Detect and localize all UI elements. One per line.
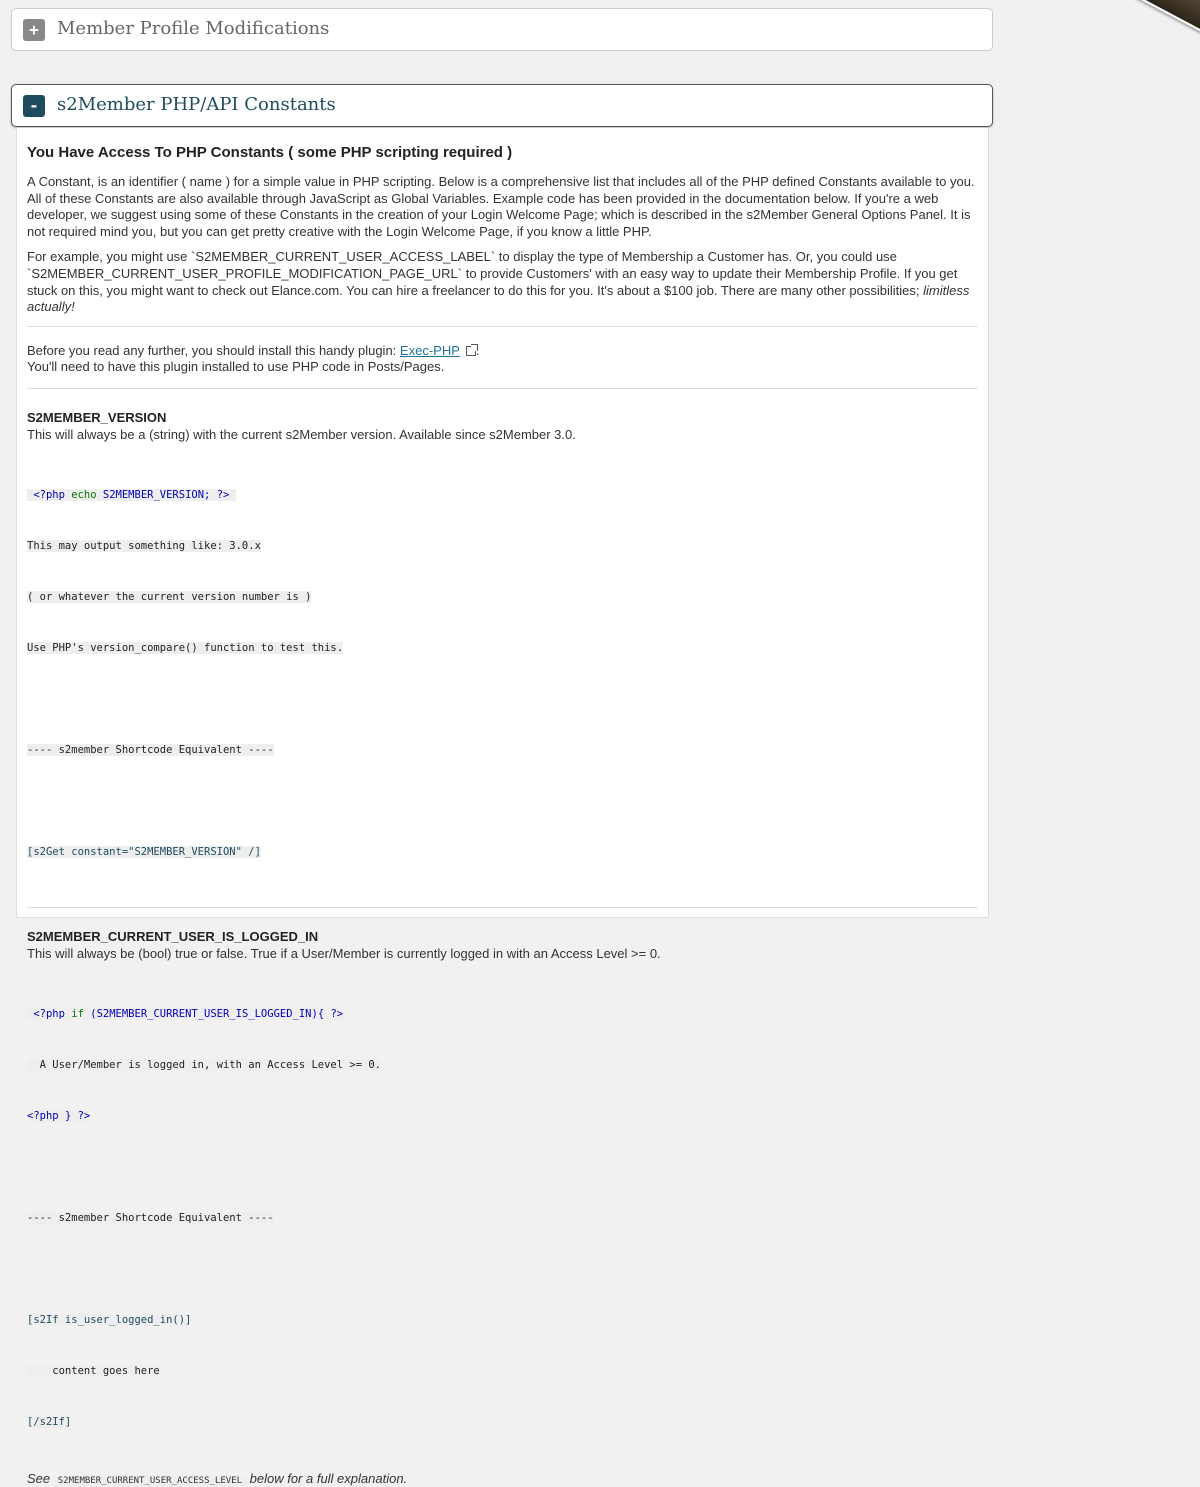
code-token: ?> xyxy=(330,1007,344,1020)
constant-name: S2MEMBER_CURRENT_USER_IS_LOGGED_IN xyxy=(27,928,319,944)
code-line: [/s2If] xyxy=(27,1415,72,1428)
code-line: ---- s2member Shortcode Equivalent ---- xyxy=(27,1211,274,1224)
code-line: [s2If is_user_logged_in()] xyxy=(27,1313,192,1326)
section-php-api-constants[interactable]: - s2Member PHP/API Constants xyxy=(11,84,993,127)
plugin-note: You'll need to have this plugin installe… xyxy=(27,359,445,375)
divider xyxy=(27,325,978,327)
code-token: } xyxy=(64,1109,72,1122)
section-member-profile-modifications[interactable]: + Member Profile Modifications xyxy=(11,8,993,51)
code-line: This may output something like: 3.0.x xyxy=(27,539,261,552)
exec-php-link[interactable]: Exec-PHP xyxy=(400,343,460,358)
code-line: ---- s2member Shortcode Equivalent ---- xyxy=(27,743,274,756)
code-line: A User/Member is logged in, with an Acce… xyxy=(27,1058,382,1071)
code-token: S2MEMBER_VERSION; xyxy=(102,488,211,501)
see-text: See xyxy=(27,1470,51,1486)
divider xyxy=(27,387,978,389)
code-token: <?php xyxy=(27,1109,59,1122)
code-line: [s2Get constant="S2MEMBER_VERSION" /] xyxy=(27,845,261,858)
code-example: <?php if (S2MEMBER_CURRENT_USER_IS_LOGGE… xyxy=(27,972,978,1465)
see-also-note: See S2MEMBER_CURRENT_USER_ACCESS_LEVEL b… xyxy=(27,1470,978,1487)
plugin-paragraph: Before you read any further, you should … xyxy=(27,343,978,376)
see-constant: S2MEMBER_CURRENT_USER_ACCESS_LEVEL xyxy=(53,1474,246,1487)
section-title[interactable]: s2Member PHP/API Constants xyxy=(57,94,336,115)
constants-panel: You Have Access To PHP Constants ( some … xyxy=(16,128,989,1487)
expand-toggle-button[interactable]: + xyxy=(23,19,45,41)
code-token: <?php xyxy=(33,488,65,501)
code-line: Use PHP's version_compare() function to … xyxy=(27,641,344,654)
code-token: (S2MEMBER_CURRENT_USER_IS_LOGGED_IN){ xyxy=(90,1007,325,1020)
code-line: content goes here xyxy=(27,1364,160,1377)
code-example: <?php echo S2MEMBER_VERSION; ?> This may… xyxy=(27,453,978,895)
see-text: below for a full explanation. xyxy=(249,1470,408,1486)
corner-decoration xyxy=(1121,0,1200,34)
panel-heading: You Have Access To PHP Constants ( some … xyxy=(27,144,513,161)
code-token: ?> xyxy=(216,488,230,501)
collapse-toggle-button[interactable]: - xyxy=(23,95,45,117)
divider xyxy=(27,906,978,908)
code-line: ( or whatever the current version number… xyxy=(27,590,312,603)
section-title[interactable]: Member Profile Modifications xyxy=(57,18,329,39)
constant-name: S2MEMBER_VERSION xyxy=(27,409,167,425)
example-text: For example, you might use `S2MEMBER_CUR… xyxy=(27,249,958,298)
constant-description: This will always be (bool) true or false… xyxy=(27,945,661,961)
plugin-text: Before you read any further, you should … xyxy=(27,342,397,358)
code-token: if xyxy=(71,1007,84,1020)
code-token: echo xyxy=(71,488,97,501)
external-link-icon[interactable] xyxy=(465,343,478,356)
intro-paragraph: A Constant, is an identifier ( name ) fo… xyxy=(27,174,975,239)
constant-description: This will always be a (string) with the … xyxy=(27,426,576,442)
example-paragraph: For example, you might use `S2MEMBER_CUR… xyxy=(27,249,978,315)
code-token: <?php xyxy=(33,1007,65,1020)
code-token: ?> xyxy=(77,1109,91,1122)
